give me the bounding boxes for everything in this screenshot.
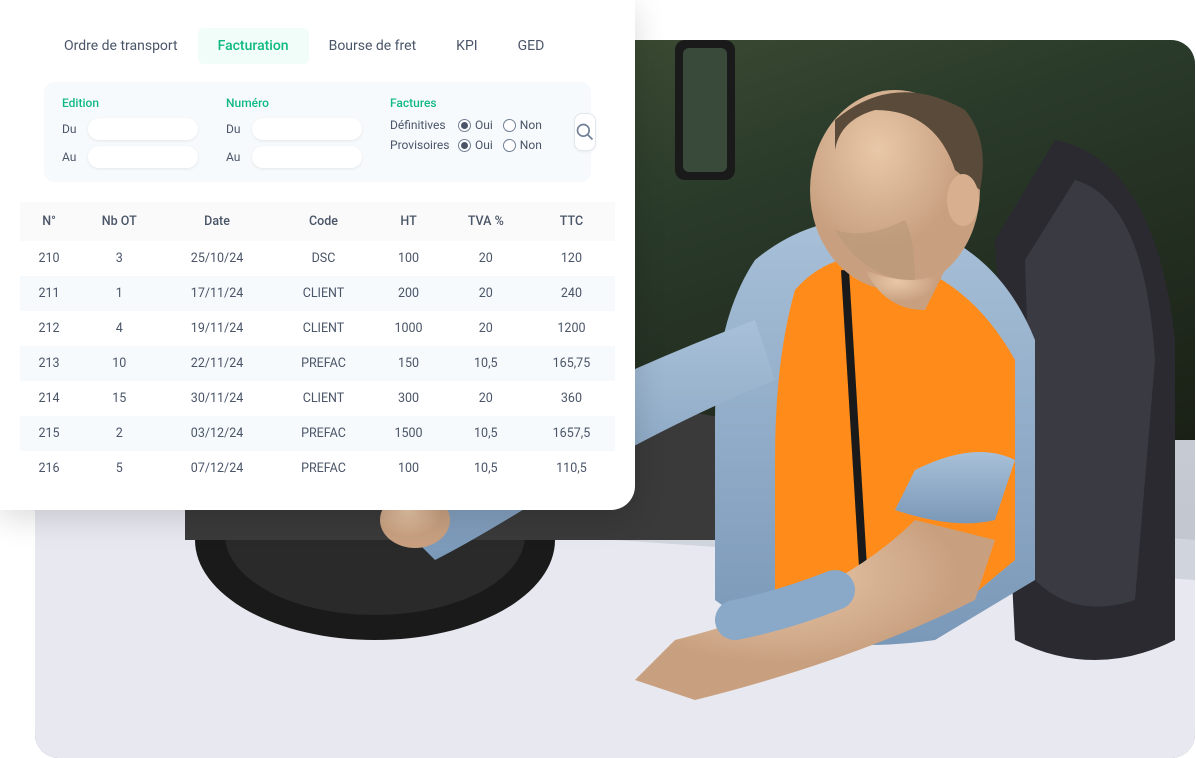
cell-nb-ot: 5	[78, 451, 160, 486]
cell-n: 211	[20, 276, 78, 311]
cell-code: CLIENT	[274, 381, 374, 416]
cell-code: CLIENT	[274, 311, 374, 346]
cell-tva: 10,5	[444, 451, 528, 486]
table-row[interactable]: 212419/11/24CLIENT1000201200	[20, 311, 615, 346]
table-row[interactable]: 2131022/11/24PREFAC15010,5165,75	[20, 346, 615, 381]
cell-ht: 1500	[373, 416, 443, 451]
cell-n: 210	[20, 241, 78, 276]
radio-icon	[503, 119, 516, 132]
cell-ttc: 1657,5	[528, 416, 615, 451]
cell-code: PREFAC	[274, 451, 374, 486]
cell-ht: 100	[373, 241, 443, 276]
cell-date: 07/12/24	[160, 451, 273, 486]
provisoires-oui[interactable]: Oui	[458, 138, 493, 152]
filter-bar: Edition Du Au Numéro Du Au Factures	[44, 82, 591, 182]
table-row[interactable]: 211117/11/24CLIENT20020240	[20, 276, 615, 311]
edition-du-label: Du	[62, 122, 82, 136]
table-header: TTC	[528, 202, 615, 241]
definitives-oui[interactable]: Oui	[458, 118, 493, 132]
cell-ttc: 120	[528, 241, 615, 276]
definitives-non[interactable]: Non	[503, 118, 542, 132]
cell-nb-ot: 2	[78, 416, 160, 451]
provisoires-non[interactable]: Non	[503, 138, 542, 152]
numero-au-label: Au	[226, 150, 246, 164]
filter-numero-title: Numéro	[226, 96, 362, 110]
table-row[interactable]: 210325/10/24DSC10020120	[20, 241, 615, 276]
cell-date: 25/10/24	[160, 241, 273, 276]
cell-ht: 1000	[373, 311, 443, 346]
cell-nb-ot: 10	[78, 346, 160, 381]
filter-edition: Edition Du Au	[62, 96, 198, 168]
cell-n: 216	[20, 451, 78, 486]
table-header: Code	[274, 202, 374, 241]
cell-code: CLIENT	[274, 276, 374, 311]
billing-panel: Ordre de transportFacturationBourse de f…	[0, 0, 635, 510]
edition-au-label: Au	[62, 150, 82, 164]
edition-au-input[interactable]	[88, 146, 198, 168]
tab-ged[interactable]: GED	[498, 28, 565, 64]
cell-nb-ot: 1	[78, 276, 160, 311]
tab-kpi[interactable]: KPI	[436, 28, 497, 64]
cell-tva: 10,5	[444, 416, 528, 451]
cell-ht: 300	[373, 381, 443, 416]
search-icon	[575, 122, 595, 142]
cell-n: 213	[20, 346, 78, 381]
tab-bourse[interactable]: Bourse de fret	[309, 28, 437, 64]
cell-tva: 20	[444, 276, 528, 311]
radio-icon	[458, 119, 471, 132]
cell-ht: 200	[373, 276, 443, 311]
cell-date: 22/11/24	[160, 346, 273, 381]
table-row[interactable]: 215203/12/24PREFAC150010,51657,5	[20, 416, 615, 451]
cell-date: 30/11/24	[160, 381, 273, 416]
cell-n: 214	[20, 381, 78, 416]
cell-ht: 150	[373, 346, 443, 381]
cell-nb-ot: 3	[78, 241, 160, 276]
cell-tva: 10,5	[444, 346, 528, 381]
table-header: Nb OT	[78, 202, 160, 241]
cell-n: 212	[20, 311, 78, 346]
cell-n: 215	[20, 416, 78, 451]
tab-ordre[interactable]: Ordre de transport	[44, 28, 198, 64]
table-header: Date	[160, 202, 273, 241]
tabs: Ordre de transportFacturationBourse de f…	[0, 28, 635, 82]
cell-ttc: 240	[528, 276, 615, 311]
cell-tva: 20	[444, 311, 528, 346]
radio-icon	[458, 139, 471, 152]
tab-facturation[interactable]: Facturation	[198, 28, 309, 64]
cell-ht: 100	[373, 451, 443, 486]
cell-ttc: 165,75	[528, 346, 615, 381]
cell-date: 19/11/24	[160, 311, 273, 346]
cell-code: DSC	[274, 241, 374, 276]
table-header: HT	[373, 202, 443, 241]
cell-nb-ot: 15	[78, 381, 160, 416]
provisoires-label: Provisoires	[390, 138, 452, 152]
table-header: TVA %	[444, 202, 528, 241]
cell-tva: 20	[444, 241, 528, 276]
table-header: N°	[20, 202, 78, 241]
filter-factures-title: Factures	[390, 96, 546, 110]
cell-code: PREFAC	[274, 346, 374, 381]
cell-ttc: 360	[528, 381, 615, 416]
cell-nb-ot: 4	[78, 311, 160, 346]
invoices-table: N°Nb OTDateCodeHTTVA %TTC 210325/10/24DS…	[20, 202, 615, 486]
search-button[interactable]	[574, 113, 596, 151]
cell-tva: 20	[444, 381, 528, 416]
definitives-label: Définitives	[390, 118, 452, 132]
cell-ttc: 110,5	[528, 451, 615, 486]
table-row[interactable]: 2141530/11/24CLIENT30020360	[20, 381, 615, 416]
filter-factures: Factures Définitives Oui Non Provisoires…	[390, 96, 546, 152]
table-row[interactable]: 216507/12/24PREFAC10010,5110,5	[20, 451, 615, 486]
filter-edition-title: Edition	[62, 96, 198, 110]
numero-au-input[interactable]	[252, 146, 362, 168]
numero-du-label: Du	[226, 122, 246, 136]
edition-du-input[interactable]	[88, 118, 198, 140]
radio-icon	[503, 139, 516, 152]
filter-numero: Numéro Du Au	[226, 96, 362, 168]
cell-ttc: 1200	[528, 311, 615, 346]
cell-date: 03/12/24	[160, 416, 273, 451]
numero-du-input[interactable]	[252, 118, 362, 140]
cell-date: 17/11/24	[160, 276, 273, 311]
cell-code: PREFAC	[274, 416, 374, 451]
